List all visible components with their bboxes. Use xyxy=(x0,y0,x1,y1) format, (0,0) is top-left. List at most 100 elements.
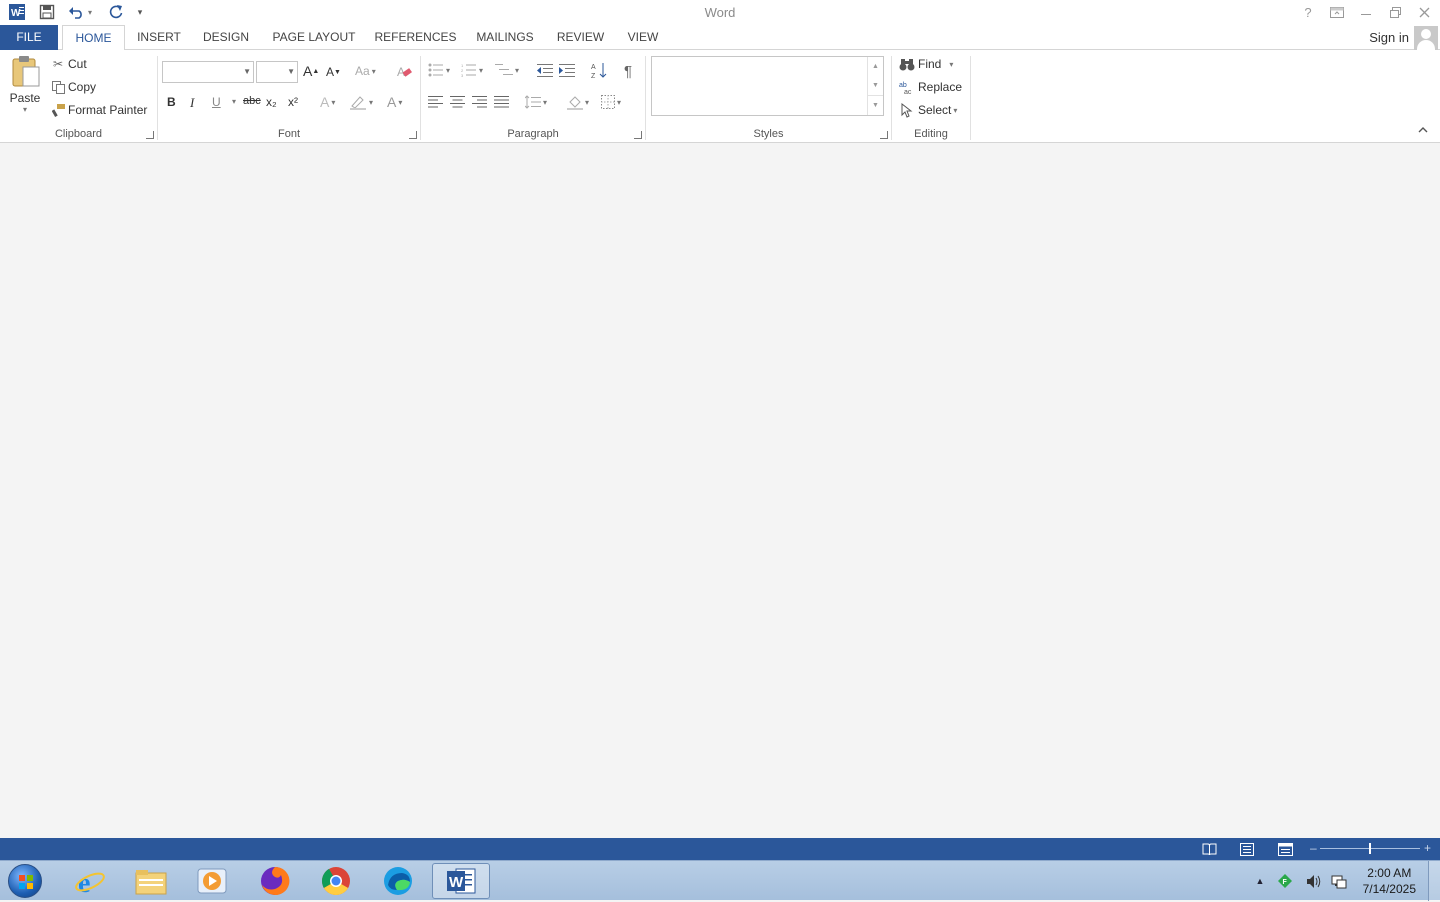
clock-time: 2:00 AM xyxy=(1367,866,1412,880)
paste-icon xyxy=(12,56,40,87)
strikethrough-button[interactable]: abc xyxy=(243,95,261,107)
tab-mailings[interactable]: MAILINGS xyxy=(469,25,541,50)
tab-design[interactable]: DESIGN xyxy=(196,25,256,50)
italic-button[interactable]: I xyxy=(190,95,194,111)
ribbon-tabs: FILE HOME INSERT DESIGN PAGE LAYOUT REFE… xyxy=(0,25,1440,51)
multilevel-list-button[interactable]: ▾ xyxy=(495,63,519,77)
tray-overflow-icon[interactable]: ▲ xyxy=(1252,861,1268,901)
paste-dropdown-icon[interactable]: ▾ xyxy=(23,105,27,114)
line-spacing-button[interactable]: ▾ xyxy=(525,95,547,109)
styles-gallery[interactable]: ▲ ▼ ▼ xyxy=(651,56,884,116)
copy-button[interactable]: Copy xyxy=(49,78,96,96)
font-name-combo[interactable]: ▼ xyxy=(162,61,254,83)
paste-button[interactable]: Paste ▾ xyxy=(7,54,43,120)
tab-review[interactable]: REVIEW xyxy=(551,25,610,50)
taskbar-edge[interactable] xyxy=(370,863,426,899)
svg-text:ac: ac xyxy=(904,89,912,95)
align-center-button[interactable] xyxy=(450,96,465,108)
minimize-icon[interactable] xyxy=(1352,2,1380,22)
clear-formatting-button[interactable]: A xyxy=(396,63,412,79)
show-desktop-button[interactable] xyxy=(1428,861,1440,901)
font-color-button[interactable]: A ▾ xyxy=(387,94,402,110)
svg-text:A: A xyxy=(591,64,596,71)
zoom-slider-thumb[interactable] xyxy=(1369,843,1371,854)
format-painter-button[interactable]: Format Painter xyxy=(49,101,147,119)
underline-button[interactable]: U xyxy=(212,95,221,109)
superscript-button[interactable]: x² xyxy=(288,95,298,109)
scroll-down-icon[interactable]: ▼ xyxy=(868,76,883,95)
sign-in-link[interactable]: Sign in xyxy=(1369,30,1409,45)
media-player-icon xyxy=(197,868,227,894)
tab-references[interactable]: REFERENCES xyxy=(372,25,459,50)
find-button[interactable]: Find ▾ xyxy=(898,55,953,73)
restore-icon[interactable] xyxy=(1381,2,1409,22)
paint-bucket-icon xyxy=(567,96,583,110)
network-icon[interactable] xyxy=(1329,861,1349,901)
highlight-button[interactable]: ▾ xyxy=(350,94,373,110)
align-left-button[interactable] xyxy=(428,96,443,108)
clipboard-dialog-launcher[interactable] xyxy=(146,131,154,139)
styles-dialog-launcher[interactable] xyxy=(880,131,888,139)
tab-view[interactable]: VIEW xyxy=(620,25,666,50)
web-layout-icon[interactable] xyxy=(1277,841,1293,857)
volume-icon[interactable] xyxy=(1304,861,1324,901)
scroll-up-icon[interactable]: ▲ xyxy=(868,57,883,76)
tab-home[interactable]: HOME xyxy=(62,25,125,51)
taskbar-clock[interactable]: 2:00 AM 7/14/2025 xyxy=(1363,865,1416,897)
align-right-button[interactable] xyxy=(472,96,487,108)
chevron-down-icon: ▼ xyxy=(243,67,251,76)
gallery-more-icon[interactable]: ▼ xyxy=(868,95,883,114)
font-size-combo[interactable]: ▼ xyxy=(256,61,298,83)
security-shield-icon[interactable]: F xyxy=(1275,861,1295,901)
shrink-font-button[interactable]: A ▼ xyxy=(326,65,341,79)
svg-text:3: 3 xyxy=(461,73,464,77)
show-hide-marks-button[interactable]: ¶ xyxy=(624,63,632,80)
start-button[interactable] xyxy=(4,862,46,900)
shading-button[interactable]: ▾ xyxy=(567,95,589,110)
select-button[interactable]: Select ▾ xyxy=(898,101,957,119)
taskbar-internet-explorer[interactable]: e xyxy=(62,863,118,899)
font-group: ▼ ▼ A ▲ A ▼ Aa ▾ A B I U ▾ abc x₂ x² A ▾ ▾ A… xyxy=(158,50,420,143)
tab-file[interactable]: FILE xyxy=(0,25,58,50)
taskbar-file-explorer[interactable] xyxy=(123,863,179,899)
font-dialog-launcher[interactable] xyxy=(409,131,417,139)
sort-icon: AZ xyxy=(591,63,607,79)
bullets-button[interactable]: ▾ xyxy=(428,63,450,77)
decrease-indent-button[interactable] xyxy=(537,64,553,77)
binoculars-icon xyxy=(898,55,916,73)
taskbar-chrome[interactable] xyxy=(308,863,364,899)
taskbar-media-player[interactable] xyxy=(184,863,240,899)
read-mode-icon[interactable] xyxy=(1201,841,1217,857)
bold-button[interactable]: B xyxy=(167,95,176,109)
zoom-in-icon[interactable]: + xyxy=(1424,841,1431,855)
paragraph-dialog-launcher[interactable] xyxy=(634,131,642,139)
clock-date: 7/14/2025 xyxy=(1362,882,1416,896)
cut-button[interactable]: ✂ Cut xyxy=(49,55,87,73)
change-case-button[interactable]: Aa ▾ xyxy=(355,64,376,78)
close-icon[interactable] xyxy=(1410,2,1438,22)
increase-indent-button[interactable] xyxy=(559,64,575,77)
clipboard-label: Clipboard xyxy=(54,128,103,140)
subscript-button[interactable]: x₂ xyxy=(266,95,277,109)
help-icon[interactable]: ? xyxy=(1294,2,1322,22)
avatar[interactable] xyxy=(1414,26,1438,50)
document-area[interactable] xyxy=(0,143,1440,838)
paste-label: Paste xyxy=(9,91,41,105)
print-layout-icon[interactable] xyxy=(1239,841,1255,857)
numbering-button[interactable]: 1 2 3 ▾ xyxy=(461,63,483,77)
grow-font-button[interactable]: A ▲ xyxy=(303,63,319,79)
replace-button[interactable]: ab ac Replace xyxy=(898,78,962,96)
underline-dropdown-icon[interactable]: ▾ xyxy=(230,97,236,106)
justify-button[interactable] xyxy=(494,96,509,108)
zoom-out-icon[interactable]: – xyxy=(1310,841,1317,855)
tab-page-layout[interactable]: PAGE LAYOUT xyxy=(266,25,362,50)
text-effects-button[interactable]: A ▾ xyxy=(320,94,335,110)
taskbar-firefox[interactable] xyxy=(247,863,303,899)
tab-insert[interactable]: INSERT xyxy=(130,25,188,50)
collapse-ribbon-icon[interactable] xyxy=(1418,126,1428,133)
ribbon-display-options-icon[interactable] xyxy=(1323,2,1351,22)
sort-button[interactable]: AZ xyxy=(591,62,607,79)
borders-button[interactable]: ▾ xyxy=(601,95,621,109)
taskbar-word[interactable]: W xyxy=(432,863,490,899)
paragraph-group: ▾ 1 2 3 ▾ ▾ AZ ¶ ▾ ▾ ▾ Paragraph xyxy=(421,50,645,143)
